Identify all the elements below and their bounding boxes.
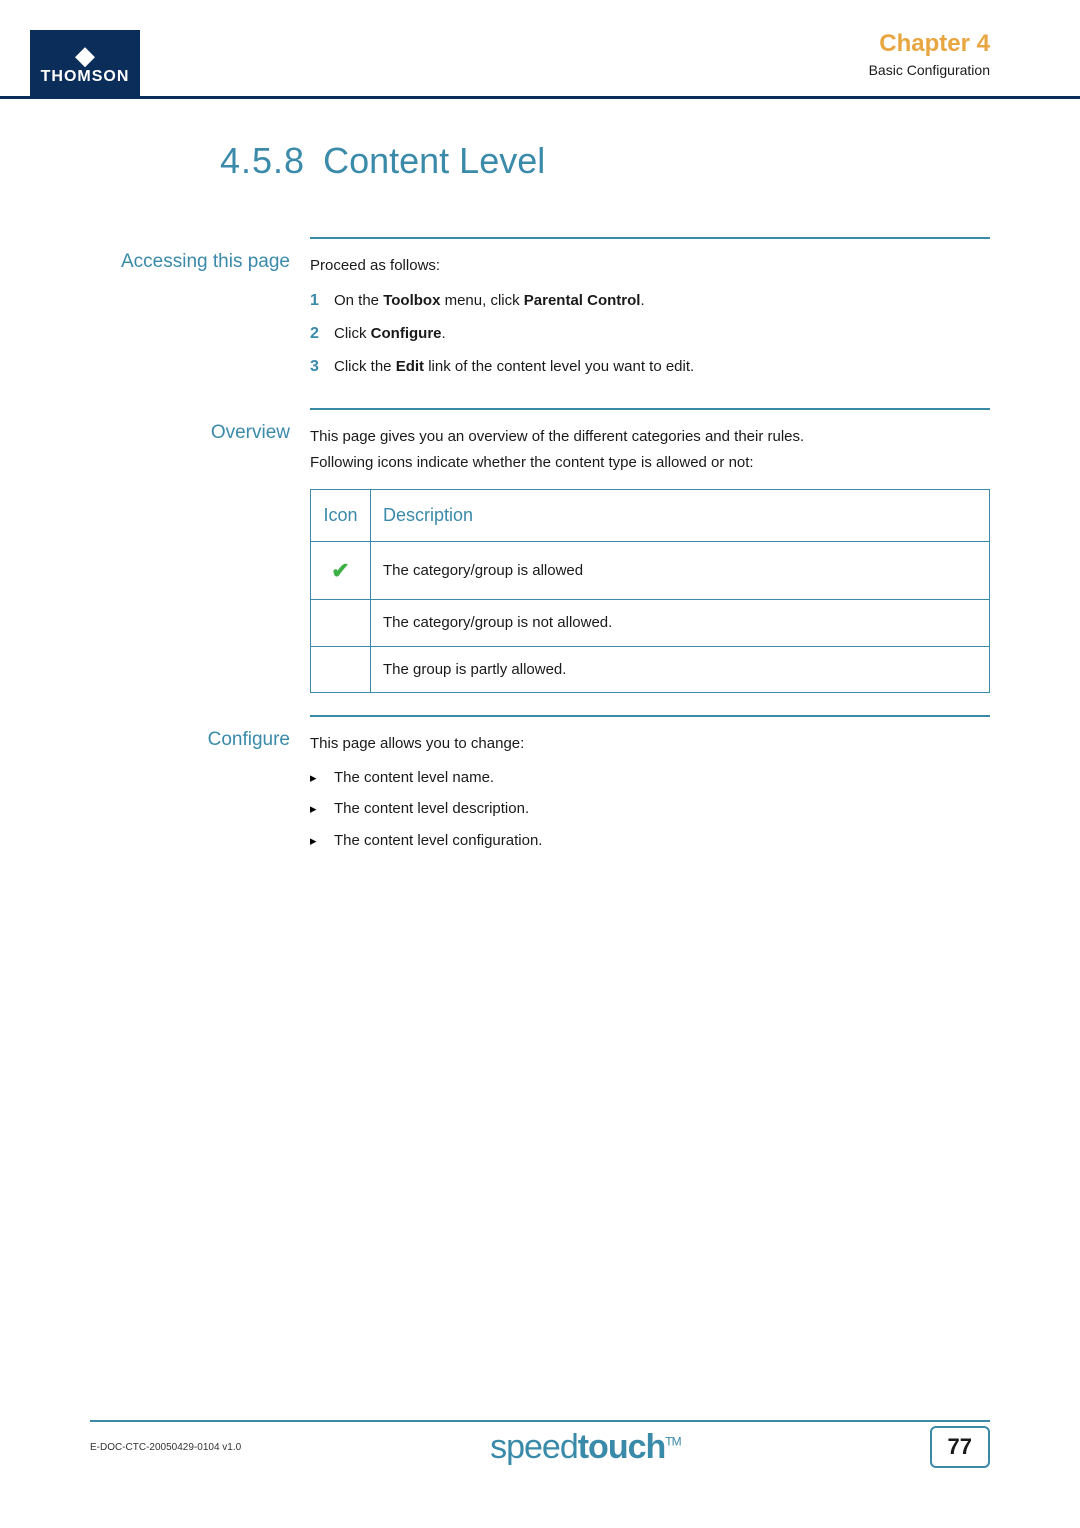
- th-description: Description: [371, 490, 990, 542]
- icon-cell: [311, 600, 371, 647]
- chapter-title: Chapter 4: [869, 30, 990, 58]
- thomson-name: THOMSON: [41, 68, 130, 85]
- section-title: Content Level: [323, 140, 545, 182]
- thomson-logo: ◆ THOMSON: [30, 30, 140, 98]
- table-row: The group is partly allowed.: [311, 646, 990, 693]
- check-icon: ✔: [331, 558, 349, 583]
- bullet-icon: ▸: [310, 830, 334, 852]
- th-icon: Icon: [311, 490, 371, 542]
- icon-cell: [311, 646, 371, 693]
- desc-cell: The category/group is allowed: [371, 541, 990, 599]
- document-page: ◆ THOMSON Chapter 4 Basic Configuration …: [0, 0, 1080, 1528]
- brand-bold: touch: [578, 1428, 666, 1466]
- step-item: 3 Click the Edit link of the content lev…: [310, 353, 990, 380]
- brand-logo: speedtouchTM: [490, 1428, 681, 1467]
- overview-line2: Following icons indicate whether the con…: [310, 450, 990, 476]
- desc-cell: The group is partly allowed.: [371, 646, 990, 693]
- overview-line1: This page gives you an overview of the d…: [310, 424, 990, 450]
- step-number: 3: [310, 353, 334, 380]
- section-number: 4.5.8: [220, 140, 305, 182]
- chapter-subtitle: Basic Configuration: [869, 62, 990, 78]
- configure-list: ▸ The content level name. ▸ The content …: [310, 765, 990, 854]
- list-item: ▸ The content level configuration.: [310, 828, 990, 854]
- icon-cell: ✔: [311, 541, 371, 599]
- section-heading: 4.5.8 Content Level: [220, 140, 990, 182]
- list-text: The content level configuration.: [334, 828, 542, 854]
- steps-list: 1 On the Toolbox menu, click Parental Co…: [310, 287, 990, 381]
- trademark-icon: TM: [665, 1434, 680, 1448]
- content-accessing: Proceed as follows: 1 On the Toolbox men…: [310, 237, 990, 386]
- brand-light: speed: [490, 1428, 578, 1466]
- bullet-icon: ▸: [310, 798, 334, 820]
- list-text: The content level name.: [334, 765, 494, 791]
- step-item: 2 Click Configure.: [310, 320, 990, 347]
- step-item: 1 On the Toolbox menu, click Parental Co…: [310, 287, 990, 314]
- content-configure: This page allows you to change: ▸ The co…: [310, 715, 990, 859]
- thomson-icon: ◆: [30, 42, 140, 68]
- document-id: E-DOC-CTC-20050429-0104 v1.0: [90, 1442, 241, 1453]
- accessing-intro: Proceed as follows:: [310, 253, 990, 279]
- page-footer: E-DOC-CTC-20050429-0104 v1.0 speedtouchT…: [90, 1426, 990, 1468]
- label-configure: Configure: [90, 715, 310, 859]
- header-divider: [0, 96, 1080, 99]
- configure-intro: This page allows you to change:: [310, 731, 990, 757]
- block-accessing: Accessing this page Proceed as follows: …: [90, 237, 990, 386]
- table-header-row: Icon Description: [311, 490, 990, 542]
- footer-divider: [90, 1420, 990, 1422]
- block-overview: Overview This page gives you an overview…: [90, 408, 990, 693]
- step-number: 2: [310, 320, 334, 347]
- list-item: ▸ The content level name.: [310, 765, 990, 791]
- bullet-icon: ▸: [310, 767, 334, 789]
- label-accessing: Accessing this page: [90, 237, 310, 386]
- page-number: 77: [930, 1426, 990, 1468]
- step-number: 1: [310, 287, 334, 314]
- block-configure: Configure This page allows you to change…: [90, 715, 990, 859]
- table-row: ✔ The category/group is allowed: [311, 541, 990, 599]
- list-text: The content level description.: [334, 796, 529, 822]
- step-text: Click the Edit link of the content level…: [334, 354, 694, 380]
- desc-cell: The category/group is not allowed.: [371, 600, 990, 647]
- step-text: On the Toolbox menu, click Parental Cont…: [334, 288, 645, 314]
- list-item: ▸ The content level description.: [310, 796, 990, 822]
- step-text: Click Configure.: [334, 321, 446, 347]
- table-row: The category/group is not allowed.: [311, 600, 990, 647]
- content-overview: This page gives you an overview of the d…: [310, 408, 990, 693]
- icon-description-table: Icon Description ✔ The category/group is…: [310, 489, 990, 693]
- chapter-header: Chapter 4 Basic Configuration: [869, 30, 990, 78]
- label-overview: Overview: [90, 408, 310, 693]
- content-area: 4.5.8 Content Level Accessing this page …: [90, 140, 990, 881]
